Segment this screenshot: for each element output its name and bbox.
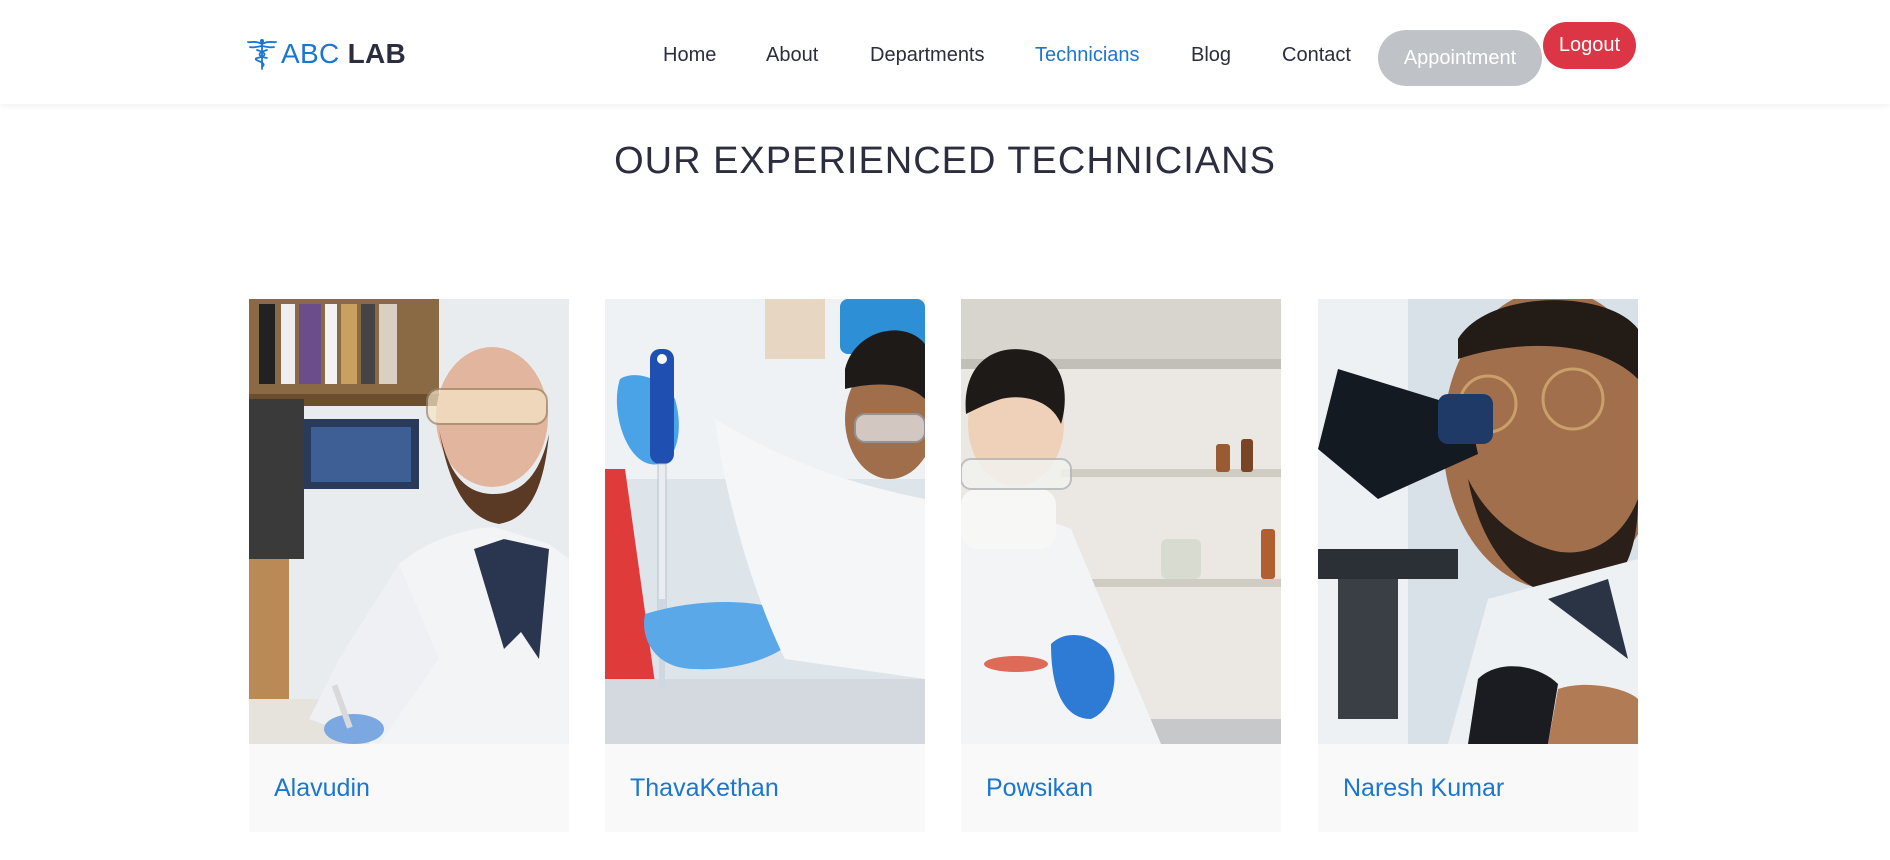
technician-at-microscope-photo <box>1318 299 1638 744</box>
nav-about[interactable]: About <box>766 44 818 67</box>
appointment-button[interactable]: Appointment <box>1378 30 1542 86</box>
name-bar: Naresh Kumar <box>1318 744 1638 832</box>
technician-name[interactable]: Alavudin <box>274 774 370 803</box>
nav-blog[interactable]: Blog <box>1191 44 1231 67</box>
name-bar: Powsikan <box>961 744 1281 832</box>
technician-with-petri-dish-photo <box>961 299 1281 744</box>
technician-card[interactable]: Alavudin <box>249 299 569 832</box>
technician-card[interactable]: Naresh Kumar <box>1318 299 1638 832</box>
name-bar: ThavaKethan <box>605 744 925 832</box>
technician-name[interactable]: Powsikan <box>986 774 1093 803</box>
logout-button[interactable]: Logout <box>1543 22 1636 69</box>
technician-card[interactable]: Powsikan <box>961 299 1281 832</box>
technician-cards: Alavudin ThavaKethan Powsikan Naresh Kum… <box>0 299 1890 832</box>
nav-home[interactable]: Home <box>663 44 716 67</box>
lab-technician-with-goggles-photo <box>249 299 569 744</box>
site-header: ABC LAB Home About Departments Technicia… <box>0 0 1890 104</box>
technician-name[interactable]: ThavaKethan <box>630 774 779 803</box>
section-title: OUR EXPERIENCED TECHNICIANS <box>614 140 1276 182</box>
nav-contact[interactable]: Contact <box>1282 44 1351 67</box>
technician-name[interactable]: Naresh Kumar <box>1343 774 1504 803</box>
technician-card[interactable]: ThavaKethan <box>605 299 925 832</box>
name-bar: Alavudin <box>249 744 569 832</box>
technician-with-pipette-photo <box>605 299 925 744</box>
nav-technicians[interactable]: Technicians <box>1035 44 1140 67</box>
nav-departments[interactable]: Departments <box>870 44 985 67</box>
